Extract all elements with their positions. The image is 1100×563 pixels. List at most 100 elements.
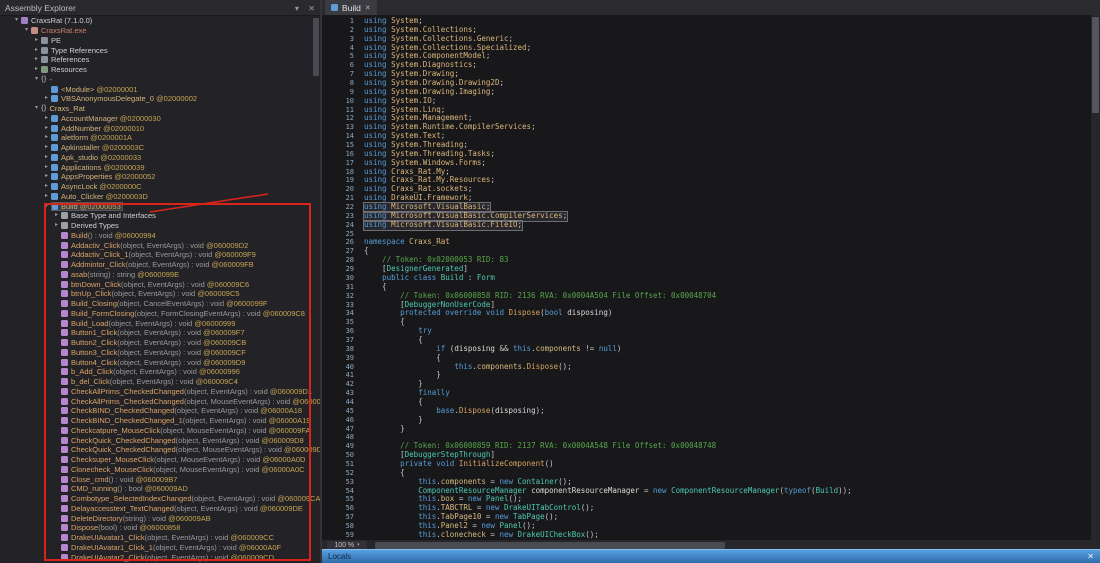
- chevron-collapsed-icon[interactable]: ▸: [32, 55, 41, 64]
- chevron-collapsed-icon[interactable]: ▸: [42, 153, 51, 162]
- tab-build[interactable]: Build ✕: [325, 0, 377, 15]
- close-icon[interactable]: ✕: [1087, 552, 1094, 561]
- tree-item-content[interactable]: Build_FormClosing(object, FormClosingEve…: [61, 309, 307, 318]
- tree-item[interactable]: ▾Build @02000053: [0, 201, 320, 211]
- vscrollbar-thumb[interactable]: [1092, 17, 1099, 113]
- code-line[interactable]: 41 }: [322, 371, 1091, 380]
- chevron-collapsed-icon[interactable]: ▸: [42, 124, 51, 133]
- tree-item-content[interactable]: CheckBIND_CheckedChanged_1(object, Event…: [61, 416, 312, 425]
- tree-item[interactable]: Build_Load(object, EventArgs) : void @06…: [0, 318, 320, 328]
- chevron-expanded-icon[interactable]: ▾: [22, 26, 31, 35]
- tree-item-content[interactable]: Combotype_SelectedIndexChanged(object, E…: [61, 494, 320, 503]
- tree-item[interactable]: btnDown_Click(object, EventArgs) : void …: [0, 279, 320, 289]
- tree-item[interactable]: btnUp_Click(object, EventArgs) : void @0…: [0, 289, 320, 299]
- tree-item-content[interactable]: References: [41, 55, 91, 64]
- tree-item[interactable]: Addactiv_Click(object, EventArgs) : void…: [0, 240, 320, 250]
- tree-item-content[interactable]: AddNumber @02000010: [51, 124, 146, 133]
- tree-item[interactable]: Button2_Click(object, EventArgs) : void …: [0, 338, 320, 348]
- tree-item[interactable]: DrakeUIAvatar1_Click_1(object, EventArgs…: [0, 543, 320, 553]
- code-line[interactable]: 47 }: [322, 425, 1091, 434]
- code-line[interactable]: 30 public class Build : Form: [322, 274, 1091, 283]
- code-line[interactable]: 59 this.clonecheck = new DrakeUICheckBox…: [322, 531, 1091, 540]
- tree-item[interactable]: ▸PE: [0, 36, 320, 46]
- chevron-collapsed-icon[interactable]: ▸: [42, 114, 51, 123]
- tree-item-content[interactable]: Type References: [41, 46, 110, 55]
- chevron-collapsed-icon[interactable]: ▸: [42, 143, 51, 152]
- tree-item-content[interactable]: CheckAllPrims_CheckedChanged(object, Mou…: [61, 397, 320, 406]
- tree-item-content[interactable]: CheckQuick_CheckedChanged(object, EventA…: [61, 436, 306, 445]
- tree-item[interactable]: CheckBIND_CheckedChanged_1(object, Event…: [0, 416, 320, 426]
- tree-item[interactable]: Addmintor_Click(object, EventArgs) : voi…: [0, 260, 320, 270]
- locals-panel-header[interactable]: Locals ✕: [322, 549, 1100, 563]
- code-line[interactable]: 24using Microsoft.VisualBasic.FileIO;: [322, 221, 1091, 230]
- chevron-collapsed-icon[interactable]: ▸: [52, 221, 61, 230]
- chevron-collapsed-icon[interactable]: ▸: [32, 46, 41, 55]
- chevron-collapsed-icon[interactable]: ▸: [32, 65, 41, 74]
- tree-item[interactable]: Checksuper_MouseClick(object, MouseEvent…: [0, 455, 320, 465]
- tree-item[interactable]: ▸Auto_Clicker @0200003D: [0, 192, 320, 202]
- tree-item-content[interactable]: <Module> @02000001: [51, 85, 139, 94]
- tree-item-content[interactable]: Clonecheck_MouseClick(object, MouseEvent…: [61, 465, 307, 474]
- code-editor[interactable]: 1using System;2using System.Collections;…: [322, 15, 1091, 540]
- chevron-collapsed-icon[interactable]: ▸: [42, 182, 51, 191]
- tree-item-content[interactable]: CheckAllPrims_CheckedChanged(object, Eve…: [61, 387, 314, 396]
- chevron-expanded-icon[interactable]: ▾: [42, 202, 51, 211]
- tree-item[interactable]: Checkcatpure_MouseClick(object, MouseEve…: [0, 426, 320, 436]
- tree-item[interactable]: Build_FormClosing(object, FormClosingEve…: [0, 309, 320, 319]
- tree-item[interactable]: Dispose(bool) : void @06000858: [0, 523, 320, 533]
- tree-item-content[interactable]: Build() : void @06000994: [61, 231, 158, 240]
- tree-item[interactable]: ▸AccountManager @02000030: [0, 114, 320, 124]
- tree-item[interactable]: Combotype_SelectedIndexChanged(object, E…: [0, 494, 320, 504]
- tree-item-selected-content[interactable]: Build @02000053: [51, 202, 123, 211]
- tree-item[interactable]: <Module> @02000001: [0, 84, 320, 94]
- tree-item-content[interactable]: CMD_running() : bool @060009AD: [61, 484, 190, 493]
- tree-item[interactable]: asab(string) : string @0600099E: [0, 270, 320, 280]
- tree-item-content[interactable]: btnDown_Click(object, EventArgs) : void …: [61, 280, 251, 289]
- code-line[interactable]: 34 protected override void Dispose(bool …: [322, 309, 1091, 318]
- tree-item[interactable]: ▸References: [0, 55, 320, 65]
- tree-item[interactable]: Addactiv_Click_1(object, EventArgs) : vo…: [0, 250, 320, 260]
- tree-item-content[interactable]: {}-: [41, 75, 54, 84]
- tree-item-content[interactable]: {}Craxs_Rat: [41, 104, 87, 113]
- tree-item[interactable]: ▸AsyncLock @0200000C: [0, 182, 320, 192]
- tree-item[interactable]: ▸Apkinstaller @0200003C: [0, 143, 320, 153]
- tree-item-content[interactable]: DeleteDirectory(string) : void @060009AB: [61, 514, 213, 523]
- tree-item[interactable]: CheckAllPrims_CheckedChanged(object, Mou…: [0, 396, 320, 406]
- code-line[interactable]: 51 private void InitializeComponent(): [322, 460, 1091, 469]
- tree-item-content[interactable]: b_del_Click(object, EventArgs) : void @0…: [61, 377, 240, 386]
- tab-close-icon[interactable]: ✕: [365, 4, 371, 12]
- tree-item-content[interactable]: Resources: [41, 65, 89, 74]
- tree-item[interactable]: ▾{}Craxs_Rat: [0, 104, 320, 114]
- tree-item[interactable]: Button1_Click(object, EventArgs) : void …: [0, 328, 320, 338]
- tree-item-content[interactable]: DrakeUIAvatar2_Click(object, EventArgs) …: [61, 553, 276, 562]
- code-line[interactable]: 45 base.Dispose(disposing);: [322, 407, 1091, 416]
- chevron-expanded-icon[interactable]: ▾: [32, 104, 41, 113]
- tree-item-content[interactable]: CheckQuick_CheckedChanged(object, MouseE…: [61, 445, 320, 454]
- code-line[interactable]: 26namespace Craxs_Rat: [322, 238, 1091, 247]
- tree-scrollbar-thumb[interactable]: [313, 18, 319, 76]
- tree-item-content[interactable]: Apk_studio @02000033: [51, 153, 143, 162]
- tree-item[interactable]: Build_Closing(object, CancelEventArgs) :…: [0, 299, 320, 309]
- editor-vscrollbar[interactable]: [1091, 15, 1100, 540]
- tree-item-content[interactable]: AccountManager @02000030: [51, 114, 163, 123]
- tree-item[interactable]: Button3_Click(object, EventArgs) : void …: [0, 348, 320, 358]
- tree-item-content[interactable]: b_Add_Click(object, EventArgs) : void @0…: [61, 367, 242, 376]
- chevron-collapsed-icon[interactable]: ▸: [42, 172, 51, 181]
- tree-item-content[interactable]: btnUp_Click(object, EventArgs) : void @0…: [61, 289, 242, 298]
- tree-item-content[interactable]: Derived Types: [61, 221, 121, 230]
- tree-item-content[interactable]: DrakeUIAvatar1_Click_1(object, EventArgs…: [61, 543, 283, 552]
- tree-item-content[interactable]: CheckBIND_CheckedChanged(object, EventAr…: [61, 406, 304, 415]
- tree-item-content[interactable]: Build_Load(object, EventArgs) : void @06…: [61, 319, 237, 328]
- tree-item[interactable]: ▸Derived Types: [0, 221, 320, 231]
- tree-item-content[interactable]: Checksuper_MouseClick(object, MouseEvent…: [61, 455, 307, 464]
- tree-item-content[interactable]: Addactiv_Click(object, EventArgs) : void…: [61, 241, 250, 250]
- tree-item[interactable]: ▸Apk_studio @02000033: [0, 153, 320, 163]
- chevron-expanded-icon[interactable]: ▾: [32, 75, 41, 84]
- chevron-collapsed-icon[interactable]: ▸: [32, 36, 41, 45]
- tree-item[interactable]: DrakeUIAvatar1_Click(object, EventArgs) …: [0, 533, 320, 543]
- tree-item-content[interactable]: Button2_Click(object, EventArgs) : void …: [61, 338, 248, 347]
- tree-item-content[interactable]: CraxsRat.exe: [31, 26, 88, 35]
- tree-item-content[interactable]: Button1_Click(object, EventArgs) : void …: [61, 328, 247, 337]
- tree-item[interactable]: ▸Type References: [0, 45, 320, 55]
- tree-item-content[interactable]: DrakeUIAvatar1_Click(object, EventArgs) …: [61, 533, 276, 542]
